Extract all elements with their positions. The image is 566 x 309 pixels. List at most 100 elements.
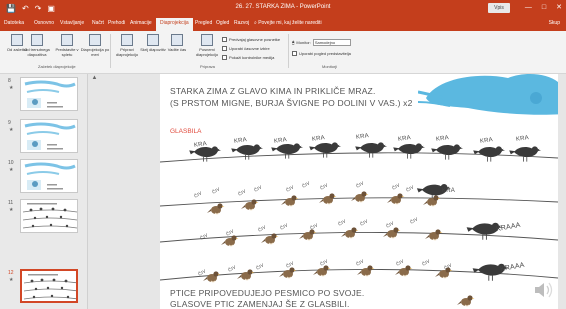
animation-star-icon: ★ (9, 277, 14, 283)
slide-thumbnail-pane: 8 ★ 9 ★ 10 ★ 11 ★ 12 ★ (0, 74, 88, 309)
rehearse-timings-label: Vadite čas (167, 47, 187, 52)
slide-number: 9 (8, 120, 11, 126)
record-slideshow-icon (201, 34, 213, 46)
slide-thumbnail-row[interactable]: 9 ★ (0, 118, 88, 158)
animation-star-icon: ★ (9, 127, 14, 133)
play-from-current-icon (31, 34, 43, 46)
checkbox-box[interactable] (222, 46, 227, 51)
slide-thumbnail-row[interactable]: 8 ★ (0, 76, 88, 116)
monitor-dropdown[interactable]: Samodejno (312, 39, 351, 46)
present-online-icon (61, 34, 73, 46)
setup-slideshow-icon (121, 34, 133, 46)
slide-thumbnail[interactable] (20, 199, 78, 233)
hide-slide-icon (147, 34, 159, 46)
slide-thumbnail-row[interactable]: 10 ★ (0, 158, 88, 198)
use-timings-checkbox[interactable]: Uporabi časovne izbire (222, 46, 270, 51)
slide-thumbnail[interactable] (20, 119, 78, 153)
speaker-icon[interactable] (534, 280, 556, 300)
pane-scroll-up-icon[interactable]: ▲ (90, 74, 99, 83)
rehearse-timings-button[interactable]: Vadite čas (162, 34, 192, 52)
custom-slideshow-icon (89, 34, 101, 46)
monitor-icon: 🖱 (292, 40, 295, 45)
current-slide[interactable]: STARKA ZIMA Z GLAVO KIMA IN PRIKLIČE MRA… (160, 74, 558, 309)
presenter-view-label: Uporabi pogled predstavitelja (299, 51, 351, 56)
ribbon-tabs: Datoteka Osnovno Vstavljanje Načrt Preho… (0, 17, 566, 31)
slide-thumbnail[interactable] (20, 159, 78, 193)
ribbon-separator (288, 34, 289, 68)
show-media-controls-checkbox[interactable]: Pokaži kontrolnike medija (222, 55, 274, 60)
crow-bird (271, 143, 304, 159)
monitor-selector: 🖱 Monitor: Samodejno (292, 39, 351, 46)
sparrow-bird (425, 229, 443, 241)
present-online-button[interactable]: Predstavite v spletu (52, 34, 82, 57)
tell-me-search[interactable]: ⌕ Povejte mi, kaj želite narediti (254, 20, 322, 26)
instruction-line-1: PTICE PRIPOVEDUJEJO PESMICO PO SVOJE. (170, 288, 365, 298)
crow-bird (509, 146, 542, 162)
group-setup-label: Priprava (200, 64, 215, 69)
minimize-button[interactable]: — (525, 3, 532, 13)
slide-thumbnail-row[interactable]: 11 ★ (0, 198, 88, 238)
kra-label: KRA (442, 188, 455, 194)
crow-bird (393, 143, 426, 159)
from-current-button[interactable]: Od trenutnega diapozitiva (22, 34, 52, 57)
powerpoint-window: 💾 ↶ ↷ ▣ 26. 27. STARKA ZIMA - PowerPoint… (0, 0, 566, 309)
sparrow-bird (207, 203, 225, 215)
slide-thumbnail[interactable] (20, 269, 78, 303)
sparrow-bird (395, 265, 413, 277)
crow-bird (309, 142, 342, 158)
sparrow-bird (457, 295, 475, 307)
show-media-controls-label: Pokaži kontrolnike medija (229, 55, 275, 60)
sparrow-bird (357, 265, 375, 277)
checkbox-box[interactable] (222, 37, 227, 42)
monitor-label: Monitor: (296, 40, 311, 45)
crow-bird (431, 144, 464, 160)
record-slideshow-button[interactable]: Posnemi diaprojekcijo (192, 34, 222, 57)
sparrow-bird (279, 267, 297, 279)
checkbox-box[interactable] (222, 55, 227, 60)
rehearse-timings-icon (171, 34, 183, 46)
tab-review[interactable]: Pregled (195, 20, 212, 26)
tab-view[interactable]: Ogled (216, 20, 229, 26)
presenter-view-checkbox[interactable]: Uporabi pogled predstavitelja (292, 51, 351, 56)
close-button[interactable]: ✕ (556, 3, 562, 13)
sparrow-bird (237, 269, 255, 281)
record-slideshow-label: Posnemi diaprojekcijo (195, 47, 219, 57)
tab-slideshow[interactable]: Diaprojekcija (156, 18, 193, 31)
custom-slideshow-button[interactable]: Diaprojekcija po meri (80, 34, 110, 57)
sparrow-bird (423, 195, 441, 207)
tab-design[interactable]: Načrt (92, 20, 104, 26)
slide-number: 10 (8, 160, 14, 166)
animation-star-icon: ★ (9, 85, 14, 91)
present-online-label: Predstavite v spletu (55, 47, 79, 57)
animation-star-icon: ★ (9, 167, 14, 173)
tab-transitions[interactable]: Prehodi (108, 20, 125, 26)
slide-thumbnail[interactable] (20, 77, 78, 111)
group-monitors-label: Monitorji (322, 64, 338, 69)
play-narrations-label: Predvajaj glasovne posnetke (229, 37, 281, 42)
sparrow-bird (313, 265, 331, 277)
custom-slideshow-label: Diaprojekcija po meri (80, 47, 110, 57)
sparrow-bird (281, 195, 299, 207)
tab-insert[interactable]: Vstavljanje (60, 20, 84, 26)
tab-developer[interactable]: Razvoj (234, 20, 249, 26)
tab-animations[interactable]: Animacije (130, 20, 152, 26)
crow-bird (355, 142, 388, 158)
slide-thumbnail-row[interactable]: 12 ★ (0, 268, 88, 308)
checkbox-box[interactable] (292, 51, 297, 56)
slide-number: 12 (8, 270, 14, 276)
title-bar: 💾 ↶ ↷ ▣ 26. 27. STARKA ZIMA - PowerPoint… (0, 0, 566, 17)
sparrow-bird (351, 191, 369, 203)
sign-in-button[interactable]: Vpis (488, 3, 510, 13)
slide-editing-area: STARKA ZIMA Z GLAVO KIMA IN PRIKLIČE MRA… (88, 74, 566, 309)
share-button[interactable]: Skup (549, 20, 560, 26)
window-title: 26. 27. STARKA ZIMA - PowerPoint (235, 4, 331, 10)
sparrow-bird (299, 229, 317, 241)
maximize-button[interactable]: □ (542, 3, 546, 13)
slide-number: 8 (8, 78, 11, 84)
ribbon: Od začetka Od trenutnega diapozitiva Pre… (0, 31, 566, 74)
sparrow-bird (435, 267, 453, 279)
tab-home[interactable]: Osnovno (34, 20, 54, 26)
telephone-wire (160, 232, 558, 243)
tab-file[interactable]: Datoteka (4, 20, 24, 26)
play-narrations-checkbox[interactable]: Predvajaj glasovne posnetke (222, 37, 280, 42)
